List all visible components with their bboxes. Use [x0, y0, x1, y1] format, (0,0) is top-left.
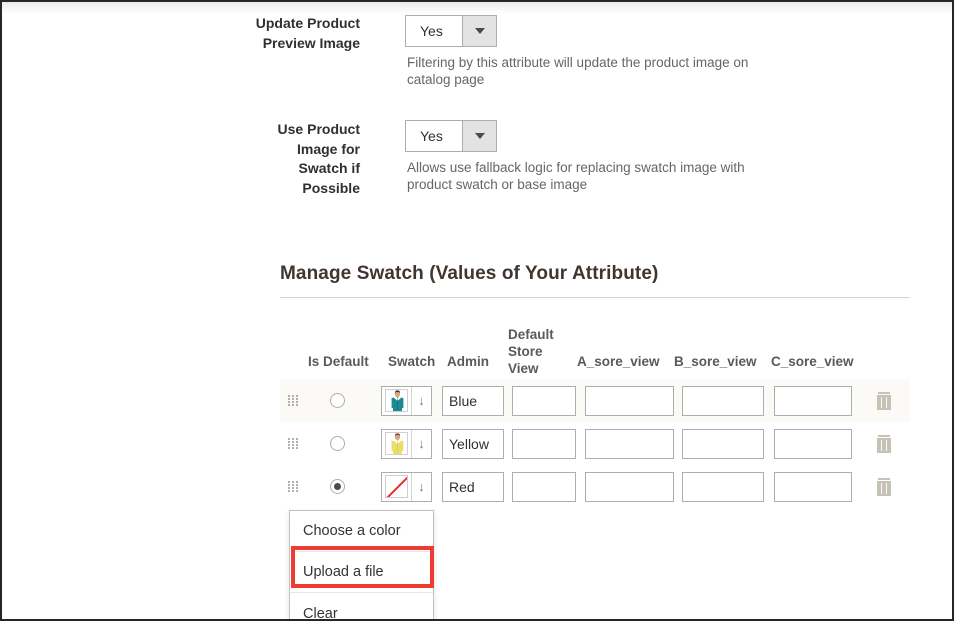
field-note-update-product-preview-image: Filtering by this attribute will update … [407, 55, 749, 87]
radio-circle [330, 393, 345, 408]
page-title: Manage Swatch (Values of Your Attribute) [280, 263, 659, 284]
radio-circle-selected [330, 479, 345, 494]
column-header-admin: Admin [447, 354, 489, 369]
drag-handle-icon[interactable] [288, 379, 299, 422]
swatch-preview-blue[interactable] [382, 386, 411, 415]
arrow-down-icon[interactable]: ↓ [411, 472, 431, 501]
swatch-preview-yellow[interactable] [382, 429, 411, 458]
no-color-slash-icon [386, 476, 407, 497]
menu-item-clear[interactable]: Clear [290, 593, 433, 619]
admin-value-cell [442, 422, 504, 465]
a-sore-view-input[interactable] [585, 385, 674, 416]
default-store-view-cell [512, 422, 576, 465]
column-header-swatch: Swatch [388, 354, 436, 369]
field-label-update-product-preview-image: Update Product Preview Image [255, 15, 360, 51]
table-header-row: Is Default Swatch Admin Default Store Vi… [280, 317, 910, 380]
field-label-use-product-image-for-swatch: Use Product Image for Swatch if Possible [277, 121, 360, 196]
select-use-product-image-for-swatch[interactable]: Yes [405, 120, 497, 152]
chevron-down-icon[interactable] [462, 16, 496, 46]
product-image-blue-icon [386, 390, 407, 411]
admin-value-cell [442, 465, 504, 508]
swatch-table: Is Default Swatch Admin Default Store Vi… [280, 317, 910, 508]
b-sore-view-input[interactable] [682, 471, 764, 502]
section-divider [280, 297, 910, 298]
b-sore-view-input[interactable] [682, 385, 764, 416]
column-header-is-default: Is Default [308, 354, 369, 369]
delete-row-button[interactable] [875, 465, 893, 508]
admin-input[interactable] [442, 471, 504, 502]
b-sore-view-cell [682, 465, 764, 508]
menu-item-choose-a-color[interactable]: Choose a color [290, 511, 433, 552]
delete-row-button[interactable] [875, 422, 893, 465]
a-sore-view-input[interactable] [585, 428, 674, 459]
arrow-down-icon[interactable]: ↓ [411, 429, 431, 458]
c-sore-view-cell [774, 379, 852, 422]
trash-icon[interactable] [875, 391, 893, 411]
drag-handle-icon[interactable] [288, 465, 299, 508]
trash-icon[interactable] [875, 434, 893, 454]
swatch-picker[interactable]: ↓ [381, 465, 432, 508]
page-root: Update Product Preview Image Yes Filteri… [0, 0, 954, 621]
caret-shape [474, 133, 485, 139]
radio-is-default[interactable] [330, 465, 345, 508]
swatch-picker[interactable]: ↓ [381, 422, 432, 465]
select-value-use-product-image-for-swatch: Yes [406, 121, 462, 151]
c-sore-view-input[interactable] [774, 471, 852, 502]
default-store-view-cell [512, 465, 576, 508]
caret-shape [474, 28, 485, 34]
column-header-c-sore-view: C_sore_view [771, 354, 854, 369]
admin-value-cell [442, 379, 504, 422]
swatch-picker[interactable]: ↓ [381, 379, 432, 422]
table-row: ↓ [280, 422, 910, 465]
arrow-down-icon[interactable]: ↓ [411, 386, 431, 415]
swatch-color-menu[interactable]: Choose a color Upload a file Clear [289, 510, 434, 619]
top-gradient-strip [2, 2, 952, 14]
table-row: ↓ [280, 465, 910, 508]
drag-handle-icon[interactable] [288, 422, 299, 465]
column-header-a-sore-view: A_sore_view [577, 354, 660, 369]
c-sore-view-cell [774, 422, 852, 465]
admin-input[interactable] [442, 385, 504, 416]
a-sore-view-cell [585, 465, 674, 508]
column-header-b-sore-view: B_sore_view [674, 354, 757, 369]
radio-circle [330, 436, 345, 451]
chevron-down-icon[interactable] [462, 121, 496, 151]
a-sore-view-input[interactable] [585, 471, 674, 502]
radio-is-default[interactable] [330, 422, 345, 465]
c-sore-view-input[interactable] [774, 428, 852, 459]
select-value-update-product-preview-image: Yes [406, 16, 462, 46]
b-sore-view-cell [682, 379, 764, 422]
column-header-default-store-view: Default Store View [508, 327, 554, 376]
delete-row-button[interactable] [875, 379, 893, 422]
field-note-use-product-image-for-swatch: Allows use fallback logic for replacing … [407, 160, 745, 192]
b-sore-view-input[interactable] [682, 428, 764, 459]
radio-is-default[interactable] [330, 379, 345, 422]
default-store-view-input[interactable] [512, 428, 576, 459]
a-sore-view-cell [585, 422, 674, 465]
default-store-view-input[interactable] [512, 471, 576, 502]
swatch-preview-empty[interactable] [382, 472, 411, 501]
default-store-view-cell [512, 379, 576, 422]
select-update-product-preview-image[interactable]: Yes [405, 15, 497, 47]
a-sore-view-cell [585, 379, 674, 422]
menu-item-upload-a-file[interactable]: Upload a file [290, 552, 433, 593]
admin-input[interactable] [442, 428, 504, 459]
b-sore-view-cell [682, 422, 764, 465]
table-row: ↓ [280, 379, 910, 422]
c-sore-view-input[interactable] [774, 385, 852, 416]
trash-icon[interactable] [875, 477, 893, 497]
product-image-yellow-icon [386, 433, 407, 454]
c-sore-view-cell [774, 465, 852, 508]
default-store-view-input[interactable] [512, 385, 576, 416]
